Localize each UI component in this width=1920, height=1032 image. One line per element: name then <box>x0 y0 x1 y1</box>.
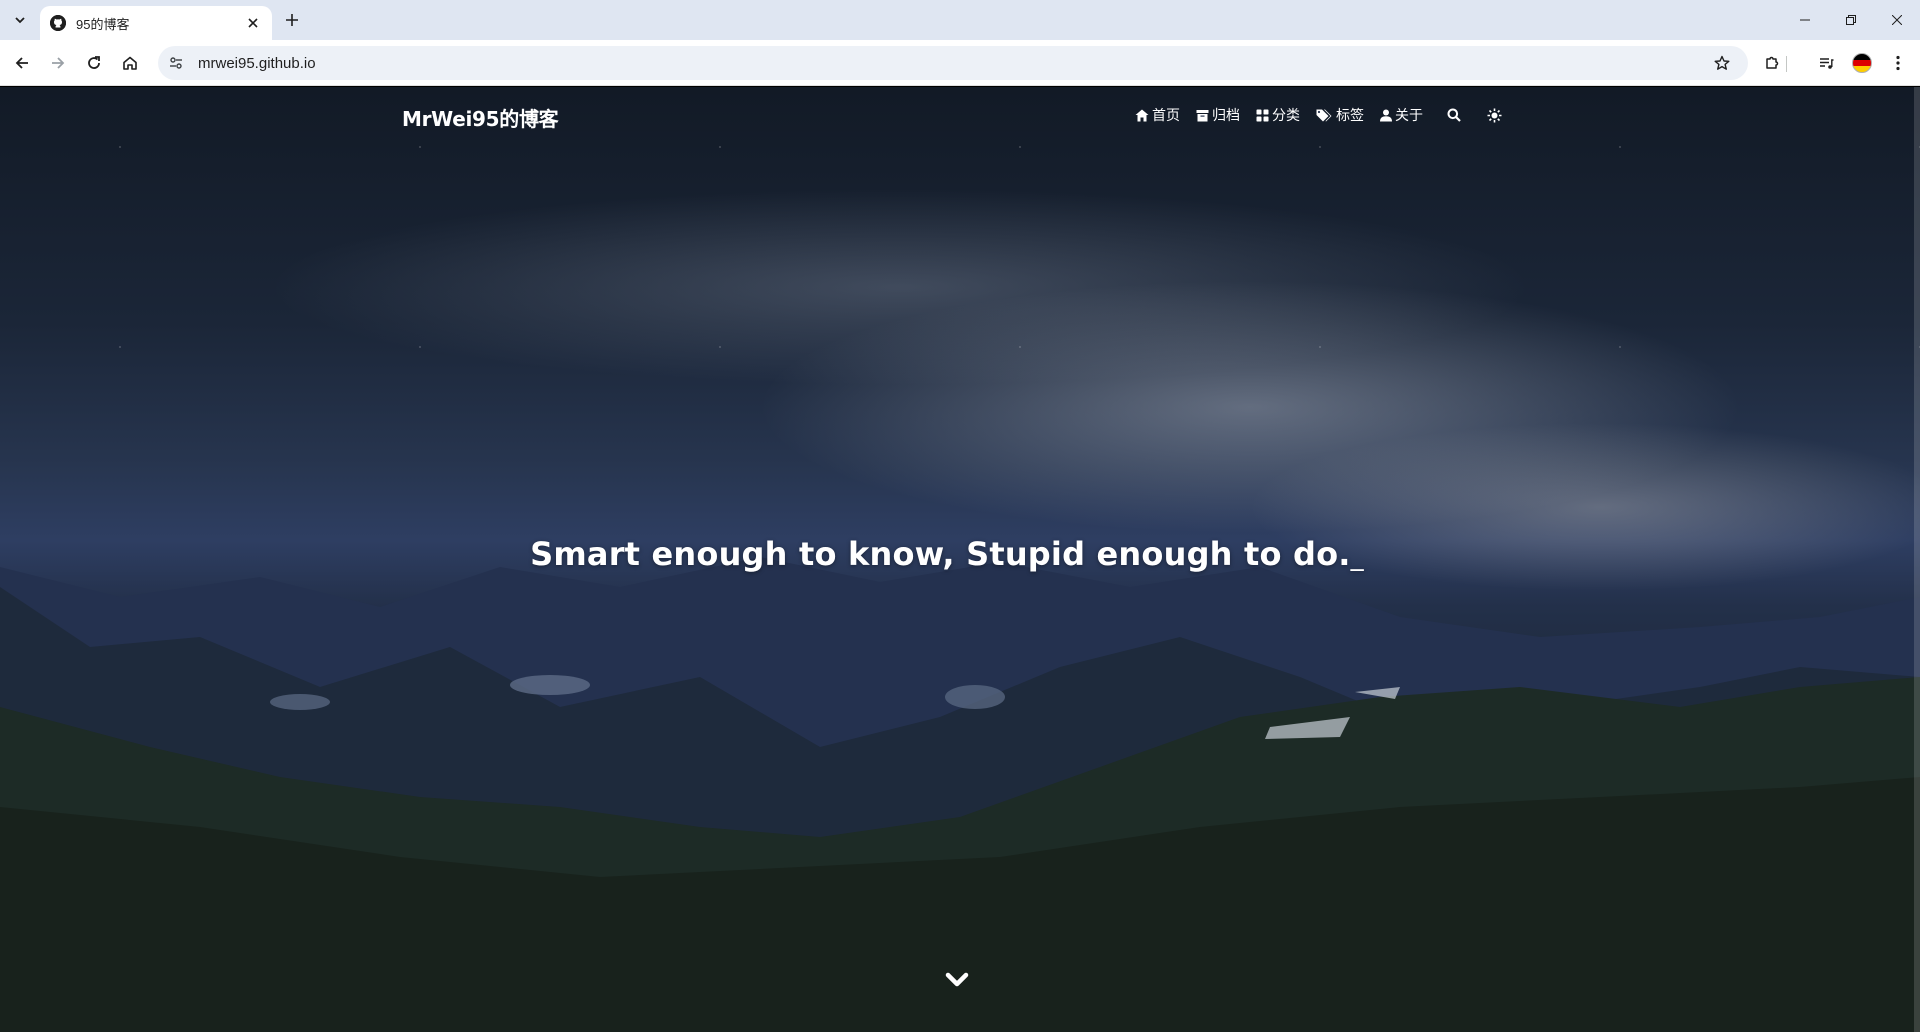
grid-icon <box>1256 109 1269 121</box>
more-vertical-icon <box>1896 55 1900 71</box>
minimize-icon <box>1800 19 1810 21</box>
home-button[interactable] <box>116 49 144 77</box>
home-icon <box>123 56 137 70</box>
site-info-button[interactable] <box>162 49 190 77</box>
nav-label-home: 首页 <box>1152 108 1180 124</box>
back-button[interactable] <box>8 49 36 77</box>
nav-label-tags: 标签 <box>1336 108 1364 124</box>
github-icon <box>50 15 66 31</box>
toolbar-separator <box>1786 56 1787 72</box>
menu-button[interactable] <box>1884 49 1912 77</box>
nav-label-archive: 归档 <box>1212 108 1240 124</box>
forward-button[interactable] <box>44 49 72 77</box>
web-page: MrWei95的博客 首页 归档 分类 标签 关于 Smart enough t… <box>0 87 1920 1032</box>
search-icon <box>1447 108 1461 122</box>
profile-button[interactable] <box>1848 49 1876 77</box>
tab-search-button[interactable] <box>8 8 32 32</box>
star-icon <box>1714 55 1730 70</box>
reload-button[interactable] <box>80 49 108 77</box>
nav-item-home[interactable]: 首页 <box>1135 105 1180 125</box>
site-header: MrWei95的博客 首页 归档 分类 标签 关于 <box>0 87 1920 143</box>
hero-tagline: Smart enough to know, Stupid enough to d… <box>0 535 1894 573</box>
window-controls <box>1782 0 1920 40</box>
close-window-button[interactable] <box>1874 0 1920 40</box>
minimize-button[interactable] <box>1782 0 1828 40</box>
typing-cursor: _ <box>1350 542 1364 572</box>
profile-avatar <box>1852 53 1872 73</box>
nav-item-tags[interactable]: 标签 <box>1316 105 1364 125</box>
close-icon <box>1892 15 1902 25</box>
url-text: mrwei95.github.io <box>198 54 316 72</box>
extensions-button[interactable] <box>1758 49 1786 77</box>
media-controls-button[interactable] <box>1812 49 1840 77</box>
browser-toolbar: mrwei95.github.io <box>0 40 1920 86</box>
user-icon <box>1380 109 1392 121</box>
hero-tagline-text: Smart enough to know, Stupid enough to d… <box>530 535 1351 573</box>
close-icon <box>248 18 258 28</box>
new-tab-button[interactable] <box>280 8 304 32</box>
site-title[interactable]: MrWei95的博客 <box>402 103 559 132</box>
arrow-left-icon <box>15 57 28 69</box>
restore-icon <box>1846 15 1856 25</box>
chevron-down-icon <box>945 972 969 987</box>
plus-icon <box>286 14 298 26</box>
bookmark-button[interactable] <box>1708 49 1736 77</box>
page-scrollbar[interactable] <box>1914 87 1920 1032</box>
arrow-right-icon <box>52 57 65 69</box>
mountain-landscape-background <box>0 557 1920 1032</box>
sun-icon <box>1487 108 1501 122</box>
address-bar[interactable]: mrwei95.github.io <box>158 46 1748 80</box>
nav-item-archive[interactable]: 归档 <box>1196 105 1240 125</box>
tab-close-button[interactable] <box>244 14 262 32</box>
home-icon <box>1135 109 1149 121</box>
tags-icon <box>1316 109 1332 121</box>
reload-icon <box>88 56 100 69</box>
scroll-down-button[interactable] <box>942 967 972 993</box>
queue-music-icon <box>1820 58 1834 69</box>
archive-icon <box>1196 109 1209 121</box>
nav-label-about: 关于 <box>1395 108 1423 124</box>
nav-label-categories: 分类 <box>1272 108 1300 124</box>
theme-toggle-button[interactable] <box>1485 106 1503 124</box>
chevron-down-icon <box>15 17 25 24</box>
tune-icon <box>170 57 182 69</box>
nav-item-about[interactable]: 关于 <box>1380 105 1423 125</box>
restore-button[interactable] <box>1828 0 1874 40</box>
site-search-button[interactable] <box>1445 106 1463 124</box>
nav-item-categories[interactable]: 分类 <box>1256 105 1300 125</box>
browser-tab-active[interactable]: 95的博客 <box>40 6 272 40</box>
browser-tab-bar: 95的博客 <box>0 0 1920 40</box>
site-nav: 首页 归档 分类 标签 关于 <box>1119 105 1503 125</box>
tab-title: 95的博客 <box>76 16 130 32</box>
puzzle-icon <box>1766 56 1779 69</box>
